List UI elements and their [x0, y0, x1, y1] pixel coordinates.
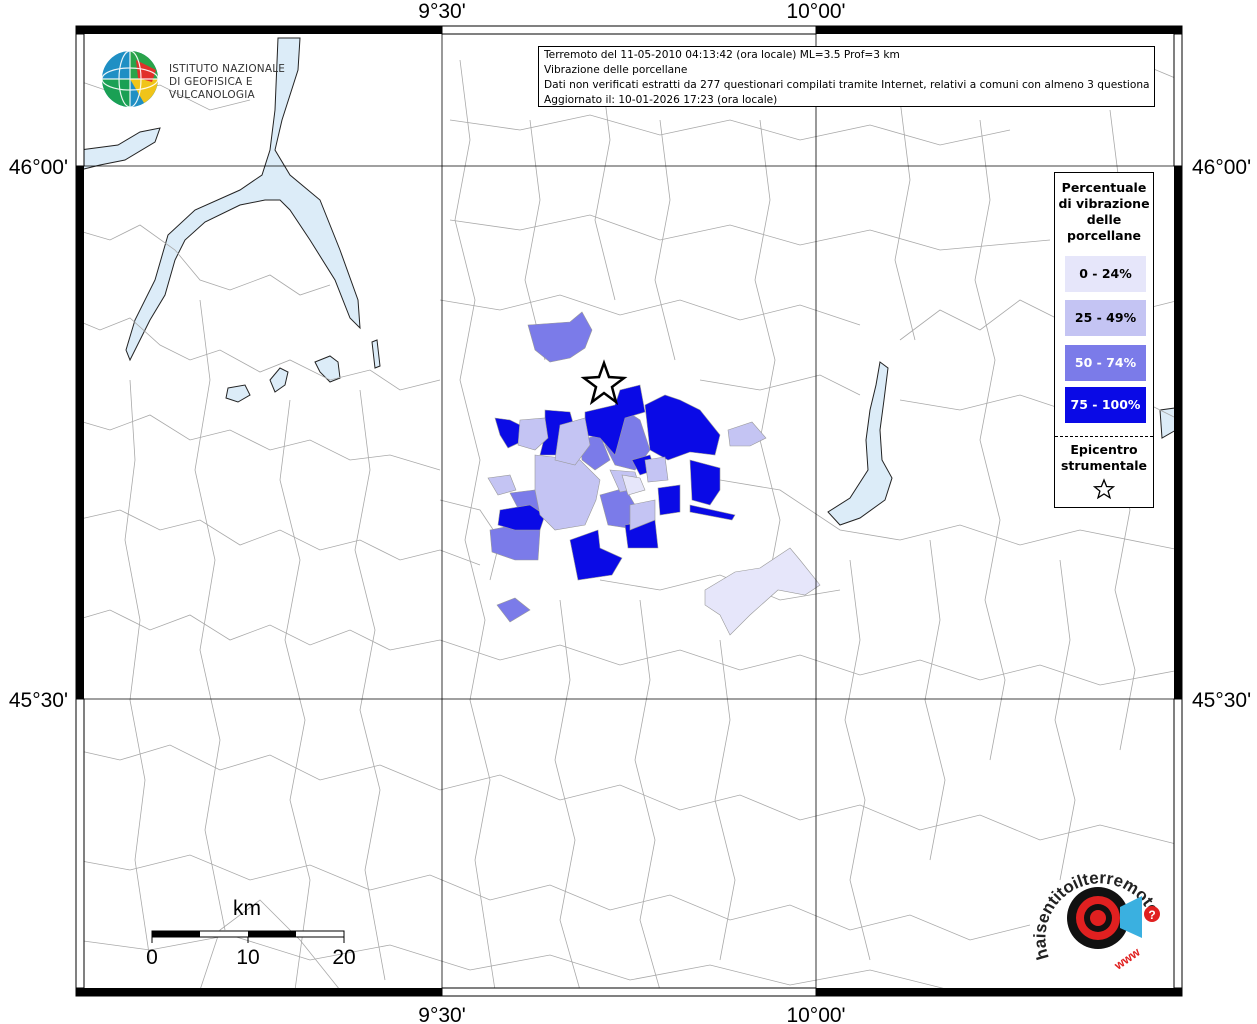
legend: Percentuale di vibrazione delle porcella…: [1054, 172, 1154, 508]
legend-class-25-49: 25 - 49%: [1065, 300, 1146, 336]
legend-star-icon: [1093, 478, 1115, 500]
class-25-49: [644, 456, 669, 483]
event-info-line3: Dati non verificati estratti da 277 ques…: [544, 79, 1149, 91]
event-info-box: Terremoto del 11-05-2010 04:13:42 (ora l…: [538, 46, 1155, 107]
scale-label-10: 10: [236, 946, 259, 969]
legend-title-line: porcellane: [1067, 228, 1141, 243]
lon-tick-top-1: 9°30': [418, 0, 465, 23]
legend-title: Percentuale di vibrazione delle porcella…: [1055, 180, 1153, 244]
event-info-line1: Terremoto del 11-05-2010 04:13:42 (ora l…: [544, 49, 900, 61]
ingv-globe-icon: [101, 50, 159, 108]
hst-logo: haisentitoilterremoto.it ? www: [1030, 852, 1164, 973]
legend-title-line: delle: [1086, 212, 1122, 227]
legend-class-50-74: 50 - 74%: [1065, 345, 1146, 381]
legend-class-75-100: 75 - 100%: [1065, 387, 1146, 423]
lat-tick-left-2: 45°30': [9, 689, 68, 712]
event-info-line4: Aggiornato il: 10-01-2026 17:23 (ora loc…: [544, 94, 778, 106]
scale-label-20: 20: [332, 946, 355, 969]
legend-epicenter-line: strumentale: [1060, 458, 1148, 473]
lon-tick-top-2: 10°00': [786, 0, 845, 23]
lon-tick-bottom-1: 9°30': [418, 1004, 465, 1024]
legend-class-0-24: 0 - 24%: [1065, 256, 1146, 292]
lat-tick-right-2: 45°30': [1192, 689, 1251, 712]
scale-label-0: 0: [146, 946, 158, 969]
legend-separator: [1055, 436, 1153, 437]
scale-unit: km: [233, 897, 261, 920]
legend-epicenter-line: Epicentro: [1070, 442, 1138, 457]
legend-epicenter-title: Epicentro strumentale: [1055, 442, 1153, 474]
lon-tick-bottom-2: 10°00': [786, 1004, 845, 1024]
lat-tick-right-1: 46°00': [1192, 156, 1251, 179]
svg-text:?: ?: [1148, 908, 1155, 922]
lat-tick-left-1: 46°00': [9, 156, 68, 179]
class-75-100: [657, 484, 681, 516]
hst-www: www: [1111, 945, 1143, 973]
event-info-line2: Vibrazione delle porcellane: [544, 64, 688, 76]
ingv-logo-line1: ISTITUTO NAZIONALE: [169, 63, 286, 75]
ingv-logo-line2: DI GEOFISICA E VULCANOLOGIA: [169, 76, 255, 101]
legend-title-line: Percentuale: [1061, 180, 1147, 195]
ingv-logo: ISTITUTO NAZIONALE DI GEOFISICA E VULCAN…: [100, 48, 315, 110]
legend-title-line: di vibrazione: [1058, 196, 1150, 211]
